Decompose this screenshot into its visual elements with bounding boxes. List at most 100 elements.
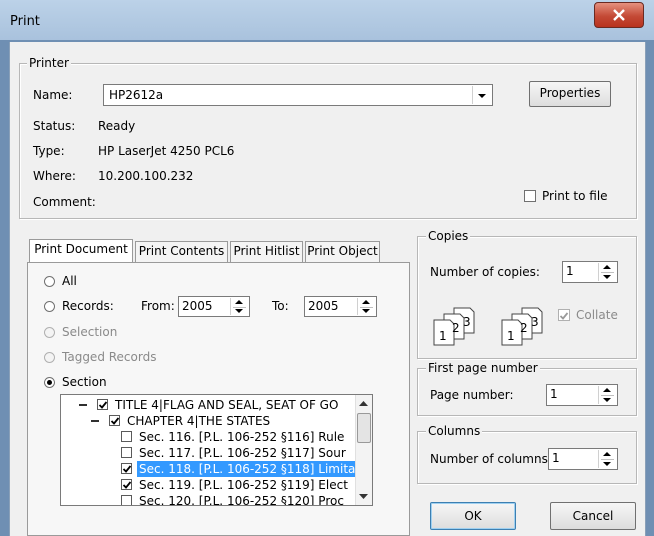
print-dialog: Print Printer Name: HP2612a Properties S… <box>0 0 654 536</box>
printer-name-select[interactable]: HP2612a <box>103 84 493 106</box>
tree-item-checkbox[interactable] <box>121 447 132 458</box>
cancel-button[interactable]: Cancel <box>550 502 636 530</box>
records-radio[interactable] <box>44 301 55 312</box>
status-value: Ready <box>98 119 136 133</box>
first-page-number-legend: First page number <box>426 361 540 375</box>
properties-button[interactable]: Properties <box>529 81 611 107</box>
where-value: 10.200.100.232 <box>98 169 194 183</box>
number-of-copies-stepper[interactable]: 1 <box>562 261 618 283</box>
printer-group: Printer Name: HP2612a Properties Status:… <box>19 56 637 219</box>
spin-arrows-icon[interactable] <box>357 298 375 315</box>
tree-item[interactable]: Sec. 119. [P.L. 106-252 §119] Elect <box>121 477 361 493</box>
to-label: To: <box>272 299 289 313</box>
dialog-client-area: Printer Name: HP2612a Properties Status:… <box>9 42 646 536</box>
tree-item-checkbox[interactable] <box>121 479 132 490</box>
page-number-value: 1 <box>550 387 558 401</box>
page-digit-2: 2 <box>452 321 460 335</box>
window-title: Print <box>10 14 40 29</box>
columns-legend: Columns <box>426 424 483 438</box>
tab-print-hitlist[interactable]: Print Hitlist <box>230 241 303 262</box>
tree-item[interactable]: TITLE 4|FLAG AND SEAL, SEAT OF GO <box>79 397 369 413</box>
type-label: Type: <box>33 144 65 158</box>
section-label: Section <box>62 375 107 389</box>
section-tree[interactable]: TITLE 4|FLAG AND SEAL, SEAT OF GO CHAPTE… <box>60 394 373 506</box>
tree-item-label: Sec. 119. [P.L. 106-252 §119] Elect <box>139 478 348 492</box>
collated-pages-icon: 1 2 3 <box>433 307 475 346</box>
all-label: All <box>62 274 77 288</box>
records-label: Records: <box>62 299 114 313</box>
tree-scrollbar[interactable] <box>355 395 372 505</box>
copies-group: Copies Number of copies: 1 1 2 3 1 2 3 C… <box>417 229 637 359</box>
name-label: Name: <box>33 88 73 102</box>
collated-pages-icon: 1 2 3 <box>501 307 543 346</box>
tree-item-checkbox[interactable] <box>97 399 108 410</box>
selection-label: Selection <box>62 325 118 339</box>
from-value: 2005 <box>182 299 213 313</box>
spin-arrows-icon[interactable] <box>598 263 616 281</box>
from-stepper[interactable]: 2005 <box>178 296 250 317</box>
tagged-records-radio[interactable] <box>44 352 55 363</box>
tree-item[interactable]: Sec. 116. [P.L. 106-252 §116] Rule <box>121 429 361 445</box>
first-page-number-group: First page number Page number: 1 <box>417 361 637 416</box>
to-value: 2005 <box>308 299 339 313</box>
tree-item[interactable]: CHAPTER 4|THE STATES <box>91 413 371 429</box>
spin-arrows-icon[interactable] <box>598 386 616 404</box>
tree-item-label: Sec. 120. [P.L. 106-252 §120] Proc <box>139 494 344 506</box>
collate-checkbox[interactable] <box>558 309 570 321</box>
tree-item-checkbox[interactable] <box>121 431 132 442</box>
scroll-up-icon[interactable] <box>359 400 368 406</box>
page-digit-3: 3 <box>463 315 471 329</box>
comment-label: Comment: <box>33 195 96 209</box>
columns-group: Columns Number of columns: 1 <box>417 424 637 484</box>
print-to-file-label: Print to file <box>542 189 608 203</box>
tagged-records-label: Tagged Records <box>62 350 157 364</box>
tree-item-label: Sec. 117. [P.L. 106-252 §117] Sour <box>139 446 346 460</box>
page-digit-1: 1 <box>439 329 447 343</box>
tab-print-document[interactable]: Print Document <box>29 239 133 262</box>
tab-print-object[interactable]: Print Object <box>305 241 380 262</box>
all-radio[interactable] <box>44 276 55 287</box>
printer-name-value: HP2612a <box>109 88 164 102</box>
page-digit-3: 3 <box>531 315 539 329</box>
tab-print-contents[interactable]: Print Contents <box>135 241 228 262</box>
spin-arrows-icon[interactable] <box>230 298 248 315</box>
from-label: From: <box>141 299 175 313</box>
to-stepper[interactable]: 2005 <box>304 296 377 317</box>
page-digit-2: 2 <box>520 321 528 335</box>
collapse-icon[interactable] <box>79 404 87 406</box>
spin-arrows-icon[interactable] <box>598 450 616 468</box>
scroll-down-icon[interactable] <box>359 494 368 500</box>
tree-item[interactable]: Sec. 117. [P.L. 106-252 §117] Sour <box>121 445 361 461</box>
collapse-icon[interactable] <box>91 420 99 422</box>
tree-item-label: Sec. 116. [P.L. 106-252 §116] Rule <box>139 430 345 444</box>
type-value: HP LaserJet 4250 PCL6 <box>98 144 235 158</box>
page-digit-1: 1 <box>507 329 515 343</box>
close-icon <box>613 9 625 21</box>
checkmark-icon <box>559 312 569 320</box>
number-of-copies-value: 1 <box>566 264 574 278</box>
page-number-stepper[interactable]: 1 <box>546 384 618 406</box>
where-label: Where: <box>33 169 76 183</box>
tree-item-checkbox[interactable] <box>121 463 132 474</box>
chevron-down-icon[interactable] <box>472 86 491 104</box>
section-radio[interactable] <box>44 377 55 388</box>
tree-item[interactable]: Sec. 120. [P.L. 106-252 §120] Proc <box>121 493 361 506</box>
tree-item-label: CHAPTER 4|THE STATES <box>127 414 271 428</box>
close-button[interactable] <box>594 2 644 28</box>
ok-button[interactable]: OK <box>430 502 516 530</box>
number-of-columns-stepper[interactable]: 1 <box>548 448 618 470</box>
collate-label: Collate <box>576 308 618 322</box>
scroll-thumb[interactable] <box>357 413 371 443</box>
number-of-columns-value: 1 <box>552 451 560 465</box>
tree-item-checkbox[interactable] <box>109 415 120 426</box>
selection-radio[interactable] <box>44 327 55 338</box>
status-label: Status: <box>33 119 76 133</box>
print-to-file-checkbox[interactable] <box>524 190 536 202</box>
tree-item-selected[interactable]: Sec. 118. [P.L. 106-252 §118] Limita <box>121 461 371 477</box>
tree-item-label: TITLE 4|FLAG AND SEAL, SEAT OF GO <box>115 398 339 412</box>
title-bar[interactable]: Print <box>0 0 654 40</box>
printer-legend: Printer <box>27 56 71 70</box>
number-of-copies-label: Number of copies: <box>430 265 540 279</box>
tree-item-label: Sec. 118. [P.L. 106-252 §118] Limita <box>137 461 371 477</box>
tree-item-checkbox[interactable] <box>121 495 132 505</box>
